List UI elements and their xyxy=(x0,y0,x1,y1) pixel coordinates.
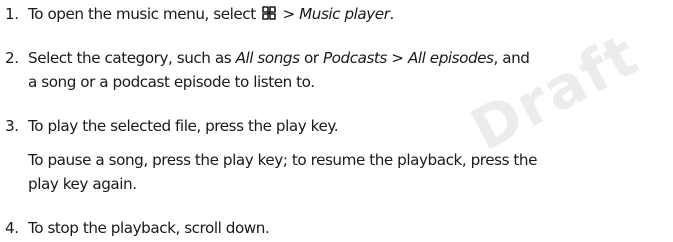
step-text-line: To play the selected file, press the pla… xyxy=(28,116,339,136)
step-text: or xyxy=(299,49,323,67)
step-text: To play the selected file, press the pla… xyxy=(28,117,339,135)
menu-path-text: Music player xyxy=(299,5,390,23)
step-text-line: To stop the playback, scroll down. xyxy=(28,218,270,238)
step-text-line: play key again. xyxy=(28,174,137,194)
step-number: 4. xyxy=(5,219,19,237)
step-number: 2. xyxy=(5,49,19,67)
menu-path-text: All songs xyxy=(235,49,300,67)
step-text: > xyxy=(386,49,408,67)
step-text-line: To pause a song, press the play key; to … xyxy=(28,150,537,170)
step-text: . xyxy=(389,5,395,23)
step-text-line: a song or a podcast episode to listen to… xyxy=(28,72,315,92)
menu-path-text: All episodes xyxy=(407,49,494,67)
step-number: 1. xyxy=(5,5,19,23)
menu-path-text: Podcasts xyxy=(322,49,387,67)
step-text: Select the category, such as xyxy=(28,49,236,67)
draft-watermark: Draft xyxy=(460,20,650,165)
step-text: To open the music menu, select xyxy=(28,5,261,23)
step-text: > xyxy=(278,5,300,23)
step-text: a song or a podcast episode to listen to… xyxy=(28,73,315,91)
menu-icon xyxy=(262,6,276,20)
step-text: play key again. xyxy=(28,175,137,193)
step-text: To pause a song, press the play key; to … xyxy=(28,151,538,169)
step-text-line: Select the category, such as All songs o… xyxy=(28,48,530,68)
step-text-line: To open the music menu, select > Music p… xyxy=(28,4,394,24)
step-number: 3. xyxy=(5,117,19,135)
step-text: , and xyxy=(493,49,530,67)
step-text: To stop the playback, scroll down. xyxy=(28,219,270,237)
